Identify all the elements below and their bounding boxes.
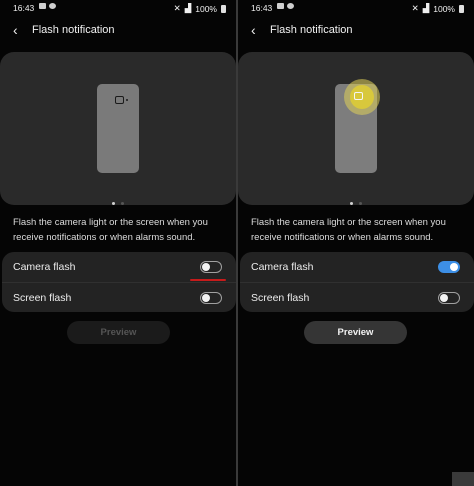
toggle-knob <box>202 293 210 302</box>
flash-preview-illustration <box>0 52 236 205</box>
page-dot <box>121 202 124 205</box>
back-arrow-icon[interactable]: ‹ <box>251 22 256 38</box>
notification-icons <box>39 3 56 9</box>
page-dot-active <box>112 202 115 205</box>
camera-lit-icon <box>354 92 363 100</box>
screen-flash-toggle[interactable] <box>200 292 222 304</box>
battery-percent: 100% <box>433 3 455 14</box>
screen-flash-label: Screen flash <box>251 292 310 304</box>
camera-flash-row[interactable]: Camera flash <box>240 252 474 282</box>
toggle-knob <box>202 262 210 271</box>
flash-settings-card: Camera flash Screen flash <box>2 252 236 312</box>
camera-icon <box>115 96 124 104</box>
status-time: 16:43 <box>13 3 35 13</box>
flash-dot-icon <box>126 99 128 101</box>
screen-flash-toggle[interactable] <box>438 292 460 304</box>
battery-percent: 100% <box>195 3 217 14</box>
watermark-logo <box>452 472 474 486</box>
notification-icons <box>277 3 294 9</box>
description-text: Flash the camera light or the screen whe… <box>251 217 446 243</box>
toggle-knob <box>450 262 458 271</box>
camera-flash-label: Camera flash <box>251 261 314 273</box>
annotation-underline <box>190 279 226 281</box>
signal-icon: ▟ <box>184 3 192 13</box>
page-indicator <box>0 192 236 210</box>
battery-icon <box>459 4 464 13</box>
gallery-notification-icon <box>39 3 46 9</box>
camera-flash-toggle[interactable] <box>200 261 222 273</box>
mute-icon: ✕ <box>411 3 419 13</box>
screen-flash-label: Screen flash <box>13 292 72 304</box>
screen-flash-row[interactable]: Screen flash <box>240 282 474 312</box>
page-dot <box>359 202 362 205</box>
page-title: Flash notification <box>270 24 353 36</box>
page-dot-active <box>350 202 353 205</box>
camera-flash-row[interactable]: Camera flash <box>2 252 236 282</box>
preview-button[interactable]: Preview <box>67 321 170 344</box>
gallery-notification-icon <box>277 3 284 9</box>
flash-settings-card: Camera flash Screen flash <box>240 252 474 312</box>
signal-icon: ▟ <box>422 3 430 13</box>
messenger-notification-icon <box>287 3 294 9</box>
mute-icon: ✕ <box>173 3 181 13</box>
status-indicators: ✕ ▟ 100% <box>412 3 464 14</box>
page-title: Flash notification <box>32 24 115 36</box>
screen-flash-row[interactable]: Screen flash <box>2 282 236 312</box>
status-time: 16:43 <box>251 3 273 13</box>
preview-button[interactable]: Preview <box>304 321 407 344</box>
flash-preview-illustration <box>238 52 474 205</box>
screenshot-panel-left: 16:43 ✕ ▟ 100% ‹ Flash notification Flas… <box>0 0 236 486</box>
toggle-knob <box>440 293 448 302</box>
description-text: Flash the camera light or the screen whe… <box>13 217 208 243</box>
phone-illustration <box>97 84 139 173</box>
app-header: ‹ Flash notification <box>0 22 236 40</box>
status-indicators: ✕ ▟ 100% <box>174 3 226 14</box>
camera-flash-label: Camera flash <box>13 261 76 273</box>
battery-icon <box>221 4 226 13</box>
app-header: ‹ Flash notification <box>238 22 474 40</box>
status-bar: 16:43 ✕ ▟ 100% <box>238 0 474 14</box>
screenshot-panel-right: 16:43 ✕ ▟ 100% ‹ Flash notification Flas… <box>238 0 474 486</box>
page-indicator <box>238 192 474 210</box>
messenger-notification-icon <box>49 3 56 9</box>
camera-flash-toggle[interactable] <box>438 261 460 273</box>
back-arrow-icon[interactable]: ‹ <box>13 22 18 38</box>
status-bar: 16:43 ✕ ▟ 100% <box>0 0 236 14</box>
